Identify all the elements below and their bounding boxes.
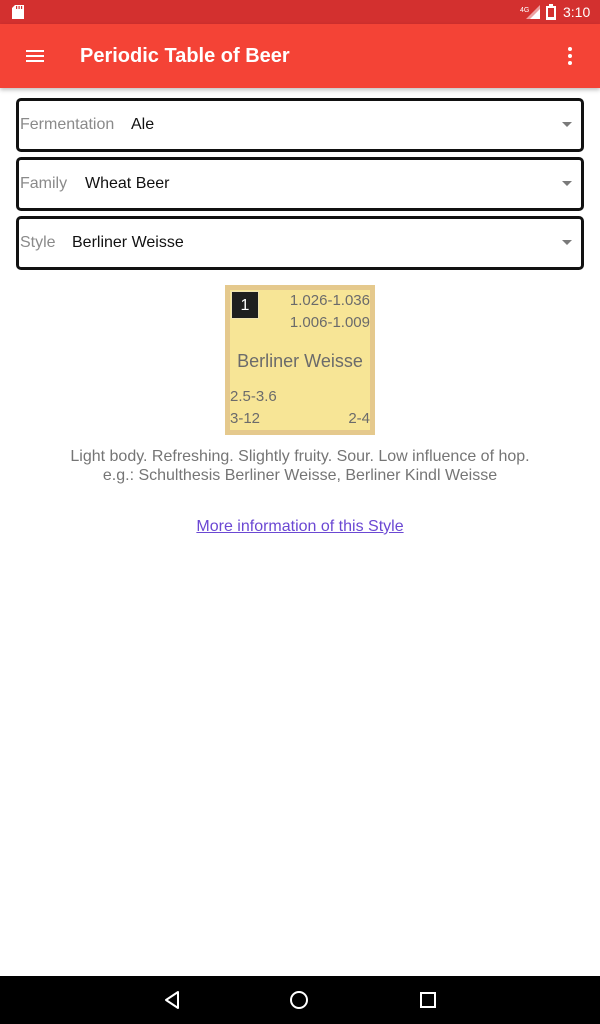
fermentation-label: Fermentation xyxy=(20,116,115,133)
sd-card-icon xyxy=(12,5,24,19)
style-label: Style xyxy=(20,234,56,251)
navigation-bar xyxy=(0,976,600,1024)
family-value: Wheat Beer xyxy=(85,175,170,192)
abv-range: 2.5-3.6 xyxy=(230,388,277,405)
final-gravity: 1.006-1.009 xyxy=(289,314,370,331)
fermentation-value: Ale xyxy=(131,116,155,133)
element-name: Berliner Weisse xyxy=(237,351,363,371)
signal-icon: 4G xyxy=(520,5,540,19)
more-info-link[interactable]: More information of this Style xyxy=(0,517,600,537)
overflow-menu-icon[interactable] xyxy=(560,42,580,70)
app-bar: Periodic Table of Beer xyxy=(0,24,600,88)
home-icon[interactable] xyxy=(288,989,310,1011)
svg-text:4G: 4G xyxy=(520,7,529,14)
family-label: Family xyxy=(20,175,68,192)
menu-icon[interactable] xyxy=(22,44,50,68)
clock: 3:10 xyxy=(563,4,591,20)
back-icon[interactable] xyxy=(161,989,183,1011)
style-description: Light body. Refreshing. Slightly fruity.… xyxy=(70,448,530,465)
app-title: Periodic Table of Beer xyxy=(80,45,290,67)
dropdown-arrow-icon xyxy=(562,240,572,245)
recents-icon[interactable] xyxy=(417,989,439,1011)
status-bar: 4G 3:10 xyxy=(0,0,600,24)
original-gravity: 1.026-1.036 xyxy=(289,292,370,309)
element-number: 1 xyxy=(231,291,259,319)
srm-range: 2-4 xyxy=(348,410,370,427)
dropdown-arrow-icon xyxy=(562,181,572,186)
battery-icon xyxy=(546,4,556,20)
style-examples: e.g.: Schulthesis Berliner Weisse, Berli… xyxy=(102,467,498,484)
fermentation-spinner[interactable]: Fermentation Ale xyxy=(16,98,584,152)
style-value: Berliner Weisse xyxy=(72,234,184,251)
ibu-range: 3-12 xyxy=(230,410,261,427)
dropdown-arrow-icon xyxy=(562,122,572,127)
style-spinner[interactable]: Style Berliner Weisse xyxy=(16,216,584,270)
family-spinner[interactable]: Family Wheat Beer xyxy=(16,157,584,211)
beer-element-tile: 1 1.026-1.036 1.006-1.009 Berliner Weiss… xyxy=(225,285,375,435)
